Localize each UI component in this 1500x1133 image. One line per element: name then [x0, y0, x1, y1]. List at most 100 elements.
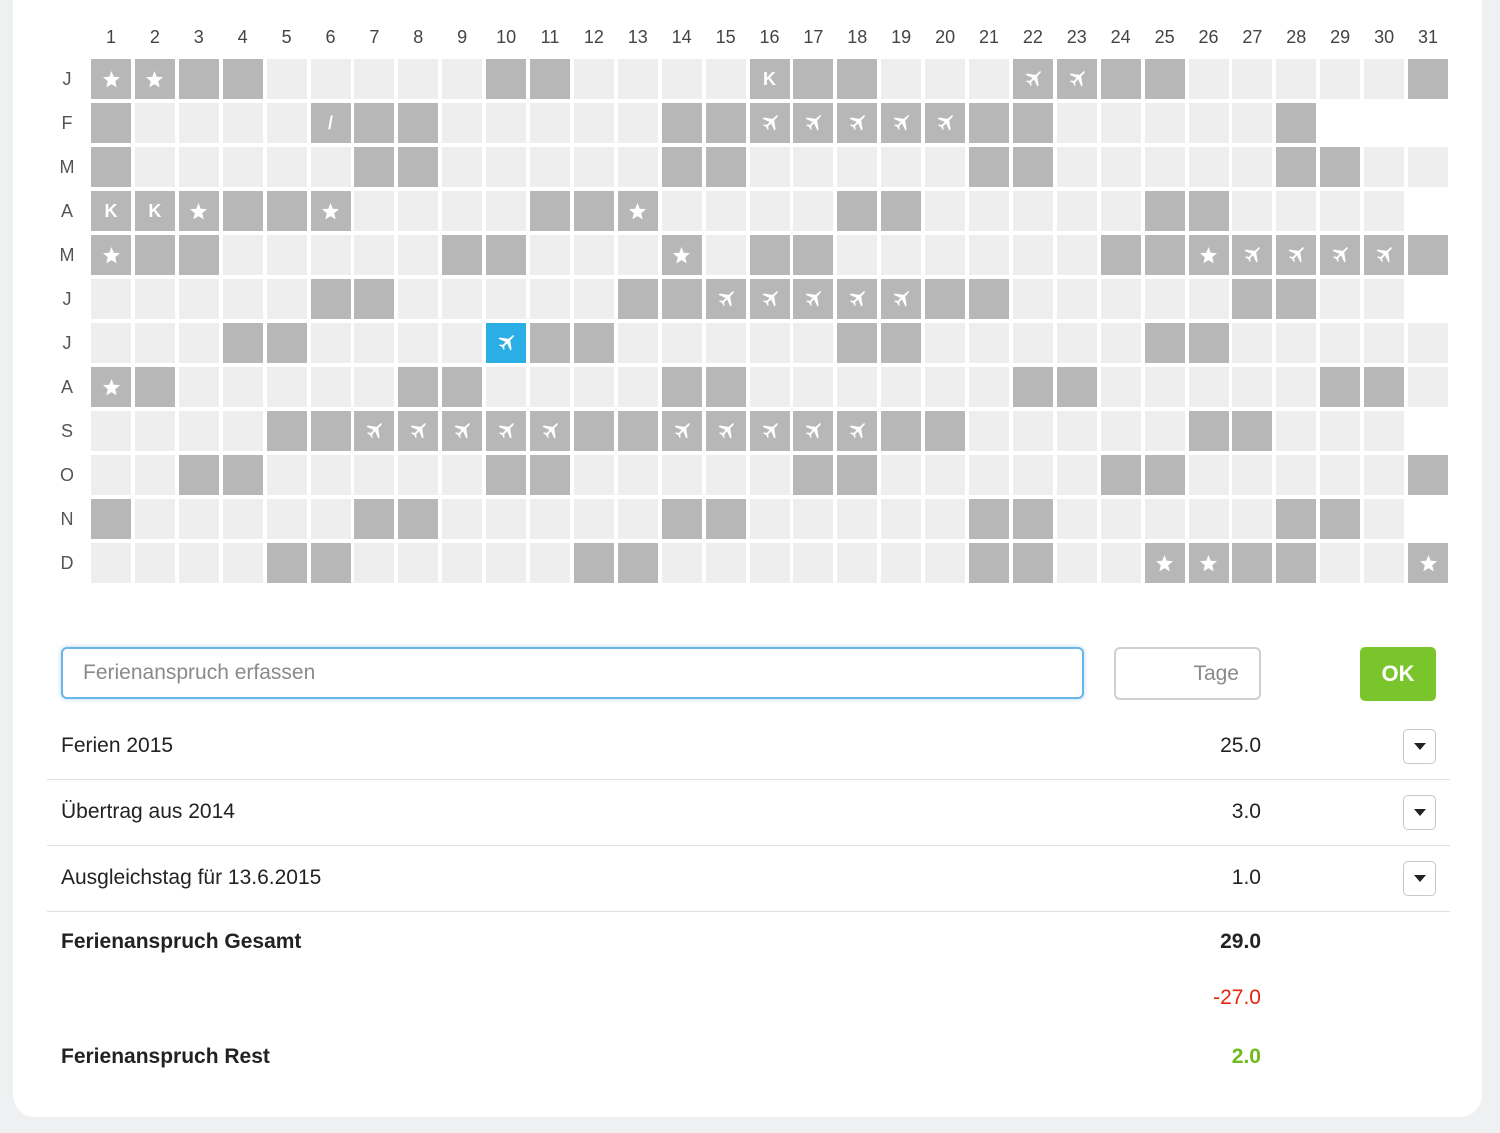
- weekend-cell[interactable]: [969, 147, 1009, 187]
- day-cell[interactable]: [573, 147, 614, 187]
- day-cell[interactable]: [91, 279, 131, 319]
- entry-dropdown[interactable]: [1403, 861, 1436, 896]
- day-cell[interactable]: [310, 323, 351, 363]
- day-cell[interactable]: [1056, 147, 1097, 187]
- day-cell[interactable]: [705, 543, 746, 583]
- weekend-cell[interactable]: [222, 323, 263, 363]
- day-cell[interactable]: [530, 543, 570, 583]
- weekend-cell[interactable]: [310, 543, 351, 583]
- day-cell[interactable]: [617, 323, 658, 363]
- holiday-cell[interactable]: [91, 59, 131, 99]
- vacation-cell[interactable]: [1012, 59, 1053, 99]
- day-cell[interactable]: [486, 543, 527, 583]
- day-cell[interactable]: [1188, 279, 1229, 319]
- day-cell[interactable]: [1364, 279, 1405, 319]
- weekend-cell[interactable]: [705, 367, 746, 407]
- weekend-cell[interactable]: [661, 103, 702, 143]
- weekend-cell[interactable]: [1408, 455, 1448, 495]
- day-cell[interactable]: [1408, 367, 1448, 407]
- day-cell[interactable]: [1320, 279, 1361, 319]
- vacation-cell[interactable]: [925, 103, 966, 143]
- weekend-cell[interactable]: [486, 59, 527, 99]
- day-cell[interactable]: [1320, 543, 1361, 583]
- weekend-cell[interactable]: [1364, 367, 1405, 407]
- entitlement-input[interactable]: [61, 647, 1084, 699]
- day-cell[interactable]: [881, 543, 922, 583]
- vacation-cell[interactable]: [486, 411, 527, 451]
- day-cell[interactable]: [222, 543, 263, 583]
- half-day-cell[interactable]: /: [310, 103, 351, 143]
- vacation-cell[interactable]: [793, 103, 834, 143]
- day-cell[interactable]: [398, 59, 439, 99]
- day-cell[interactable]: [881, 455, 922, 495]
- day-cell[interactable]: [749, 455, 790, 495]
- day-cell[interactable]: [442, 279, 483, 319]
- weekend-cell[interactable]: [661, 147, 702, 187]
- day-cell[interactable]: [530, 279, 570, 319]
- day-cell[interactable]: [266, 499, 307, 539]
- day-cell[interactable]: [705, 323, 746, 363]
- day-cell[interactable]: [1320, 191, 1361, 231]
- holiday-cell[interactable]: [91, 235, 131, 275]
- day-cell[interactable]: [705, 455, 746, 495]
- weekend-cell[interactable]: [793, 455, 834, 495]
- day-cell[interactable]: [1056, 235, 1097, 275]
- weekend-cell[interactable]: [178, 455, 219, 495]
- vacation-cell[interactable]: [837, 103, 878, 143]
- day-cell[interactable]: [1320, 455, 1361, 495]
- weekend-cell[interactable]: [881, 191, 922, 231]
- day-cell[interactable]: [442, 147, 483, 187]
- weekend-cell[interactable]: [222, 455, 263, 495]
- weekend-cell[interactable]: [881, 323, 922, 363]
- day-cell[interactable]: [969, 455, 1009, 495]
- day-cell[interactable]: [661, 543, 702, 583]
- day-cell[interactable]: [1364, 411, 1405, 451]
- day-cell[interactable]: [1232, 367, 1273, 407]
- day-cell[interactable]: [1276, 367, 1317, 407]
- day-cell[interactable]: [398, 235, 439, 275]
- weekend-cell[interactable]: [354, 103, 395, 143]
- day-cell[interactable]: [442, 59, 483, 99]
- day-cell[interactable]: [134, 323, 175, 363]
- weekend-cell[interactable]: [881, 411, 922, 451]
- day-cell[interactable]: [925, 323, 966, 363]
- day-cell[interactable]: [617, 235, 658, 275]
- weekend-cell[interactable]: [1232, 279, 1273, 319]
- day-cell[interactable]: [925, 147, 966, 187]
- day-cell[interactable]: [573, 455, 614, 495]
- holiday-cell[interactable]: [178, 191, 219, 231]
- day-cell[interactable]: [1364, 147, 1405, 187]
- weekend-cell[interactable]: [617, 279, 658, 319]
- day-cell[interactable]: [793, 367, 834, 407]
- day-cell[interactable]: [266, 235, 307, 275]
- day-cell[interactable]: [486, 191, 527, 231]
- day-cell[interactable]: [1408, 323, 1448, 363]
- day-cell[interactable]: [266, 455, 307, 495]
- day-cell[interactable]: [134, 543, 175, 583]
- entry-dropdown[interactable]: [1403, 729, 1436, 764]
- day-cell[interactable]: [1100, 367, 1141, 407]
- day-cell[interactable]: [837, 499, 878, 539]
- day-cell[interactable]: [881, 59, 922, 99]
- weekend-cell[interactable]: [969, 103, 1009, 143]
- day-cell[interactable]: [1012, 235, 1053, 275]
- day-cell[interactable]: [530, 499, 570, 539]
- day-cell[interactable]: [1276, 323, 1317, 363]
- day-cell[interactable]: [969, 367, 1009, 407]
- day-cell[interactable]: [1056, 455, 1097, 495]
- day-cell[interactable]: [1364, 191, 1405, 231]
- weekend-cell[interactable]: [1276, 147, 1317, 187]
- weekend-cell[interactable]: [573, 191, 614, 231]
- day-cell[interactable]: [91, 543, 131, 583]
- day-cell[interactable]: [398, 455, 439, 495]
- day-cell[interactable]: [1232, 455, 1273, 495]
- day-cell[interactable]: [573, 235, 614, 275]
- weekend-cell[interactable]: [969, 279, 1009, 319]
- weekend-cell[interactable]: [793, 235, 834, 275]
- day-cell[interactable]: [178, 543, 219, 583]
- day-cell[interactable]: [530, 103, 570, 143]
- day-cell[interactable]: [442, 543, 483, 583]
- weekend-cell[interactable]: [266, 411, 307, 451]
- day-cell[interactable]: [1144, 147, 1185, 187]
- weekend-cell[interactable]: [1320, 147, 1361, 187]
